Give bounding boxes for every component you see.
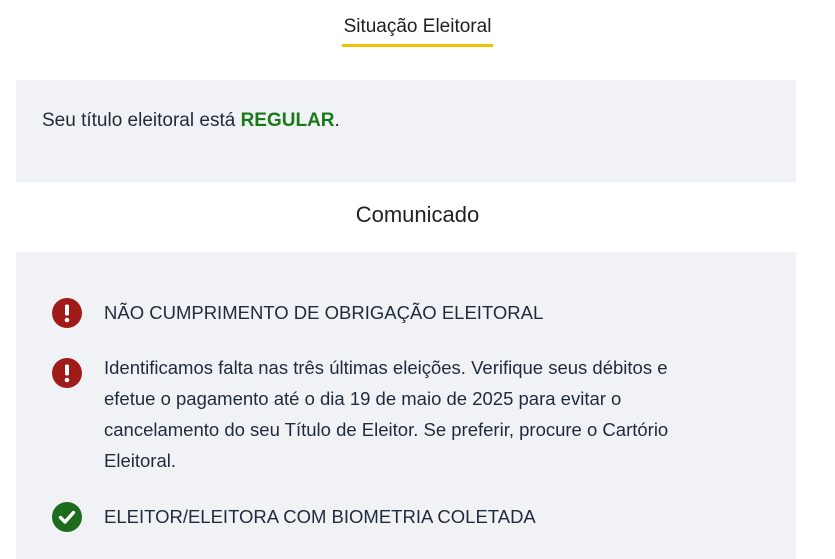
status-suffix: . (334, 110, 340, 131)
notice-item: Identificamos falta nas três últimas ele… (52, 357, 724, 476)
notice-item: ELEITOR/ELEITORA COM BIOMETRIA COLETADA (52, 502, 724, 532)
status-value: REGULAR (240, 110, 335, 131)
communique-panel: NÃO CUMPRIMENTO DE OBRIGAÇÃO ELEITORAL I… (16, 252, 796, 559)
communique-title: Comunicado (355, 202, 480, 227)
tab-situacao-eleitoral[interactable]: Situação Eleitoral (341, 14, 494, 47)
notice-text: NÃO CUMPRIMENTO DE OBRIGAÇÃO ELEITORAL (104, 302, 544, 323)
check-icon (52, 502, 82, 532)
status-panel: Seu título eleitoral está REGULAR. (16, 80, 796, 182)
status-message: Seu título eleitoral está REGULAR. (42, 110, 340, 132)
notice-item: NÃO CUMPRIMENTO DE OBRIGAÇÃO ELEITORAL (52, 298, 724, 328)
status-prefix: Seu título eleitoral está (42, 110, 241, 131)
notice-text: Identificamos falta nas três últimas ele… (104, 357, 669, 471)
exclamation-icon (52, 298, 82, 328)
exclamation-icon (52, 358, 82, 388)
page: Situação Eleitoral Seu título eleitoral … (0, 0, 835, 559)
tab-header: Situação Eleitoral (0, 14, 835, 47)
notice-text: ELEITOR/ELEITORA COM BIOMETRIA COLETADA (104, 506, 536, 527)
